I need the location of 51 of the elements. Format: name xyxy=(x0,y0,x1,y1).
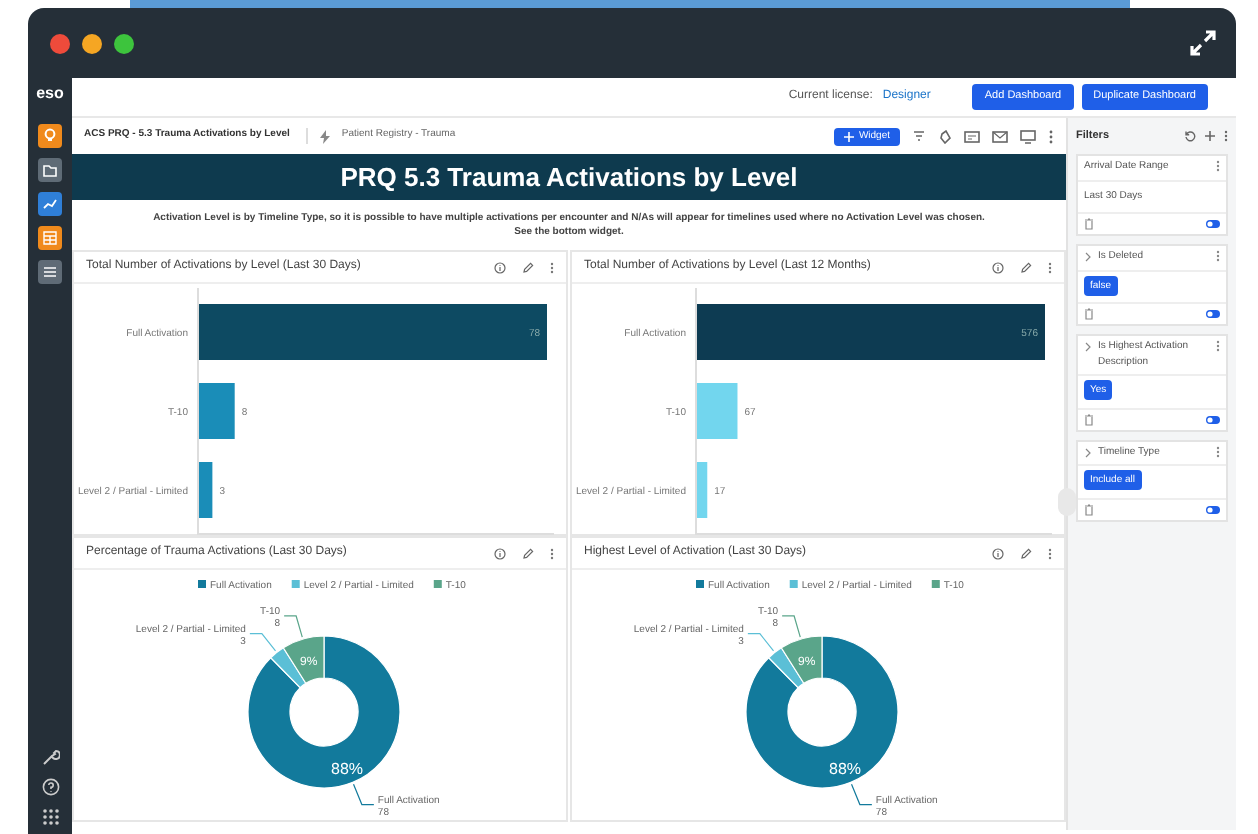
leader-line xyxy=(850,783,873,806)
leader-line xyxy=(747,633,775,652)
list-icon[interactable] xyxy=(38,260,62,284)
dashboard-banner-title: PRQ 5.3 Trauma Activations by Level xyxy=(340,159,798,196)
table-icon[interactable] xyxy=(38,226,62,250)
help-icon[interactable] xyxy=(41,778,59,796)
toggle-icon[interactable] xyxy=(1206,220,1220,228)
toggle-icon[interactable] xyxy=(1206,310,1220,318)
wrench-icon[interactable] xyxy=(41,748,59,766)
more-icon[interactable] xyxy=(1048,129,1054,143)
layout-icon[interactable] xyxy=(964,129,980,143)
leader-line xyxy=(283,615,303,638)
mail-icon[interactable] xyxy=(992,129,1008,143)
percent-label: 88% xyxy=(331,760,364,779)
plus-icon xyxy=(844,131,855,141)
leader-line xyxy=(352,783,375,806)
trash-icon[interactable] xyxy=(1084,503,1094,515)
toggle-icon[interactable] xyxy=(1206,505,1220,513)
folder-icon[interactable] xyxy=(38,158,62,182)
lightning-icon xyxy=(319,129,330,143)
chevron-icon[interactable] xyxy=(1084,342,1092,352)
pencil-icon[interactable] xyxy=(522,261,534,273)
panel-collapse-handle[interactable] xyxy=(1058,488,1076,516)
chevron-icon[interactable] xyxy=(1084,447,1092,457)
close-button[interactable] xyxy=(50,33,70,53)
lightbulb-icon[interactable] xyxy=(38,124,62,148)
leader-line xyxy=(249,633,277,652)
trash-icon[interactable] xyxy=(1084,413,1094,425)
reset-icon[interactable] xyxy=(1184,130,1196,142)
pencil-icon[interactable] xyxy=(522,547,534,559)
chart-icon[interactable] xyxy=(38,192,62,216)
expand-icon[interactable] xyxy=(1190,30,1216,56)
chevron-icon[interactable] xyxy=(1084,252,1092,262)
pencil-icon[interactable] xyxy=(1020,261,1032,273)
trash-icon[interactable] xyxy=(1084,308,1094,320)
zoom-button[interactable] xyxy=(114,33,134,53)
pencil-icon[interactable] xyxy=(1020,547,1032,559)
info-icon[interactable] xyxy=(494,547,506,559)
minimize-button[interactable] xyxy=(82,33,102,53)
filter-icon[interactable] xyxy=(912,129,926,143)
trash-icon[interactable] xyxy=(1084,218,1094,230)
info-icon[interactable] xyxy=(494,261,506,273)
info-icon[interactable] xyxy=(992,547,1004,559)
logo[interactable]: eso xyxy=(36,82,64,106)
leader-line xyxy=(781,615,801,638)
monitor-icon[interactable] xyxy=(1020,129,1036,143)
percent-label: 88% xyxy=(829,760,862,779)
apps-grid-icon[interactable] xyxy=(41,808,59,826)
info-icon[interactable] xyxy=(992,261,1004,273)
plus-icon[interactable] xyxy=(1204,130,1216,142)
toggle-icon[interactable] xyxy=(1206,415,1220,423)
